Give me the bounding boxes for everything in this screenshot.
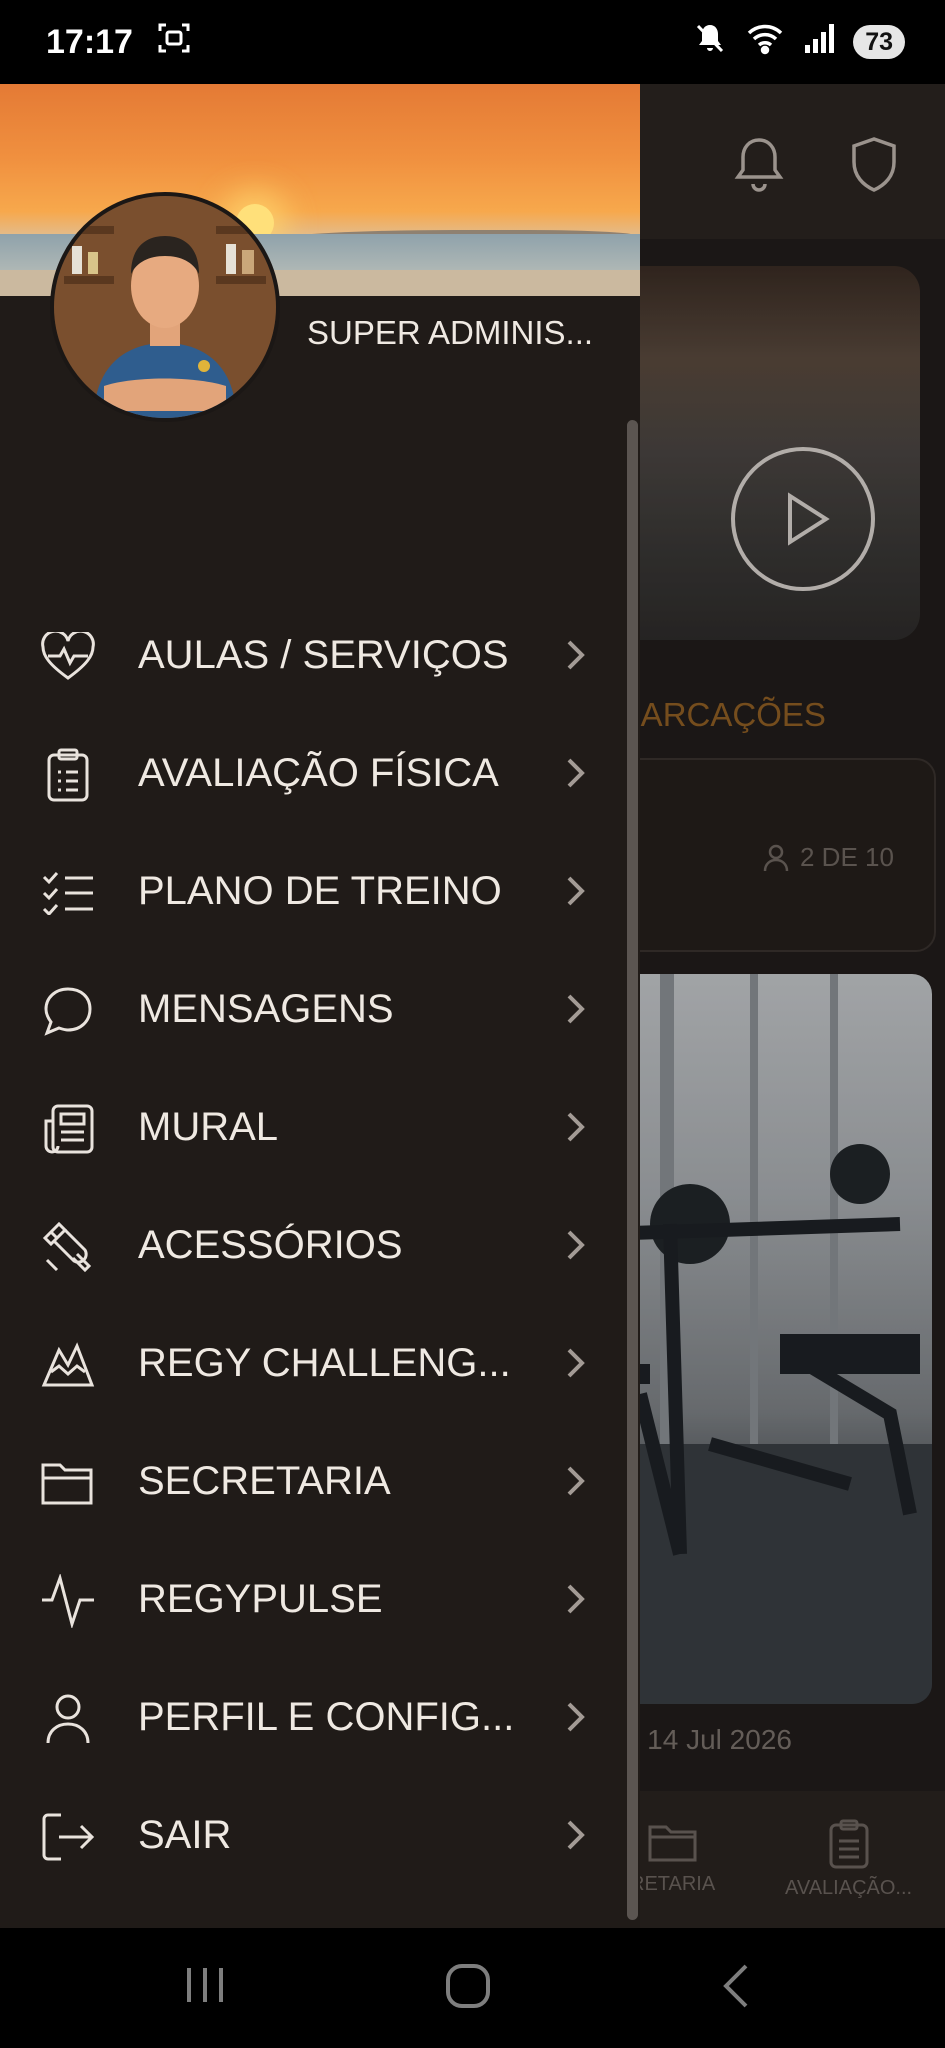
menu-label: PERFIL E CONFIG...: [138, 1694, 515, 1739]
menu-label: PLANO DE TREINO: [138, 868, 502, 913]
pulse-icon: [40, 1573, 96, 1629]
checklist-icon: [40, 865, 96, 921]
menu-label: AVALIAÇÃO FÍSICA: [138, 750, 499, 795]
menu-item-aulas-servicos[interactable]: AULAS / SERVIÇOS: [0, 596, 620, 714]
chevron-right-icon: [567, 640, 585, 670]
menu-item-plano-de-treino[interactable]: PLANO DE TREINO: [0, 832, 620, 950]
menu-label: REGY CHALLENG...: [138, 1340, 511, 1385]
chevron-right-icon: [567, 1820, 585, 1850]
navigation-drawer: SUPER ADMINIS... AULAS / SERVIÇOS AVALIA: [0, 84, 640, 1928]
accessories-icon: [40, 1219, 96, 1275]
user-icon: [40, 1691, 96, 1747]
recent-apps-icon[interactable]: [182, 1962, 228, 2008]
menu-item-regy-challenge[interactable]: REGY CHALLENG...: [0, 1304, 620, 1422]
menu-item-mural[interactable]: MURAL: [0, 1068, 620, 1186]
menu-label: REGYPULSE: [138, 1576, 383, 1621]
menu-item-acessorios[interactable]: ACESSÓRIOS: [0, 1186, 620, 1304]
chevron-right-icon: [567, 1348, 585, 1378]
menu-item-avaliacao-fisica[interactable]: AVALIAÇÃO FÍSICA: [0, 714, 620, 832]
chevron-right-icon: [567, 1112, 585, 1142]
chevron-right-icon: [567, 1702, 585, 1732]
chat-bubble-icon: [40, 983, 96, 1039]
home-icon[interactable]: [444, 1962, 492, 2010]
menu-label: MURAL: [138, 1104, 279, 1149]
user-name: SUPER ADMINIS...: [307, 314, 594, 351]
back-icon[interactable]: [716, 1962, 756, 2010]
scrollbar[interactable]: [627, 420, 638, 1920]
clipboard-icon: [40, 747, 96, 803]
logout-icon: [40, 1809, 96, 1865]
menu-label: AULAS / SERVIÇOS: [138, 632, 509, 677]
mute-icon: [693, 21, 727, 64]
menu-label: MENSAGENS: [138, 986, 394, 1031]
menu-item-regypulse[interactable]: REGYPULSE: [0, 1540, 620, 1658]
clock: 17:17: [46, 22, 133, 61]
menu-item-perfil-config[interactable]: PERFIL E CONFIG...: [0, 1658, 620, 1776]
menu-label: SAIR: [138, 1812, 232, 1857]
chevron-right-icon: [567, 1230, 585, 1260]
signal-icon: [803, 21, 835, 64]
battery-icon: 73: [853, 25, 905, 59]
avatar[interactable]: [50, 192, 280, 422]
chevron-right-icon: [567, 758, 585, 788]
system-navigation-bar: [0, 1928, 945, 2048]
drawer-menu: AULAS / SERVIÇOS AVALIAÇÃO FÍSICA PLANO …: [0, 596, 620, 1894]
status-bar: 17:17 73: [0, 0, 945, 84]
screenshot-icon: [157, 21, 191, 64]
menu-label: SECRETARIA: [138, 1458, 391, 1503]
newspaper-icon: [40, 1101, 96, 1157]
chevron-right-icon: [567, 1466, 585, 1496]
menu-label: ACESSÓRIOS: [138, 1222, 403, 1267]
wifi-icon: [745, 21, 785, 64]
menu-item-secretaria[interactable]: SECRETARIA: [0, 1422, 620, 1540]
menu-item-sair[interactable]: SAIR: [0, 1776, 620, 1894]
folder-icon: [40, 1455, 96, 1511]
chevron-right-icon: [567, 994, 585, 1024]
mountain-icon: [40, 1337, 96, 1393]
chevron-right-icon: [567, 876, 585, 906]
heart-pulse-icon: [40, 629, 96, 685]
chevron-right-icon: [567, 1584, 585, 1614]
menu-item-mensagens[interactable]: MENSAGENS: [0, 950, 620, 1068]
avatar-illustration: [54, 196, 276, 418]
